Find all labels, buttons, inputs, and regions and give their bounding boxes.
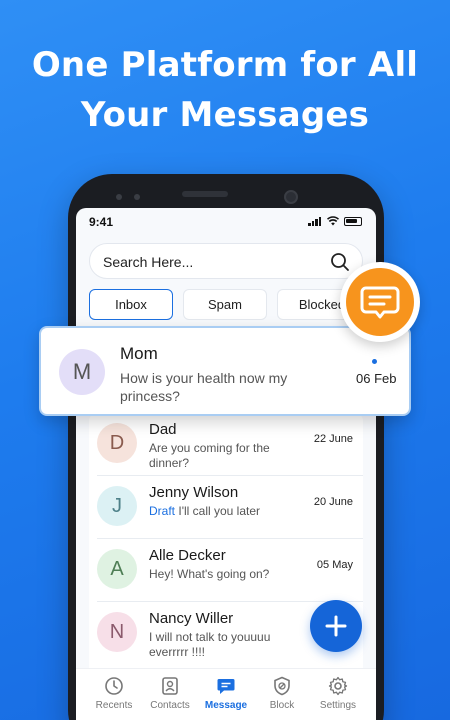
phone-speaker [182,191,228,197]
contact-name: Nancy Willer [149,610,234,627]
chat-bubble-icon [360,286,400,319]
message-row-jenny-wilson[interactable]: J Jenny Wilson Draft I'll call you later… [89,476,363,539]
search-bar[interactable]: Search Here... [89,243,363,279]
avatar: A [97,549,137,589]
nav-contacts[interactable]: Contacts [140,673,200,711]
bottom-navigation: Recents Contacts Message Block Settings [76,668,376,720]
message-row-dad[interactable]: D Dad Are you coming for the dinner? 22 … [89,413,363,476]
tab-inbox[interactable]: Inbox [89,289,173,320]
app-screen: 9:41 Search Here... Inbox Spam Blocked D… [76,208,376,720]
avatar: D [97,423,137,463]
draft-label: Draft [149,504,176,518]
message-row-alle-decker[interactable]: A Alle Decker Hey! What's going on? 05 M… [89,539,363,602]
new-message-button[interactable] [310,600,362,652]
nav-message[interactable]: Message [196,673,256,711]
headline-line-2: Your Messages [80,95,370,135]
status-bar: 9:41 [76,208,376,236]
message-row-mom-highlighted[interactable]: M Mom How is your health now my princess… [39,326,411,416]
battery-icon [344,216,362,226]
message-preview: Draft I'll call you later [149,504,284,519]
message-preview: I will not talk to youuuu everrrrr !!!! [149,630,271,659]
message-date: 06 Feb [356,371,397,386]
nav-label: Contacts [150,700,190,711]
message-date: 20 June [313,496,353,508]
status-time: 9:41 [89,215,114,229]
nav-label: Block [269,700,295,711]
contact-name: Jenny Wilson [149,484,239,501]
unread-dot [372,359,377,364]
phone-camera [284,190,298,204]
contact-name: Alle Decker [149,547,226,564]
signal-icon [308,216,322,226]
promo-headline: One Platform for All Your Messages [0,40,450,140]
search-input[interactable]: Search Here... [103,254,193,270]
message-icon [217,679,235,694]
contact-name: Mom [120,344,158,363]
nav-label: Message [204,700,248,711]
nav-label: Recents [95,700,133,711]
contact-name: Dad [149,421,177,438]
draft-text: I'll call you later [178,504,261,518]
phone-sensor [134,194,140,200]
headline-line-1: One Platform for All [31,45,419,85]
avatar: N [97,612,137,652]
shield-block-icon [274,676,290,696]
message-date: 22 June [313,433,353,445]
phone-sensor [116,194,122,200]
avatar: J [97,486,137,526]
tab-spam[interactable]: Spam [183,289,267,320]
nav-label: Settings [319,700,357,711]
message-preview: How is your health now my princess? [120,370,288,404]
chat-badge [340,262,420,342]
nav-settings[interactable]: Settings [308,673,368,711]
nav-block[interactable]: Block [252,673,312,711]
clock-icon [105,677,123,695]
gear-icon [328,676,348,696]
contacts-icon [162,677,178,695]
wifi-icon [327,216,339,226]
plus-icon [325,615,347,637]
message-preview: Are you coming for the dinner? [149,441,270,470]
message-date: 05 May [316,559,353,571]
avatar: M [59,349,105,395]
nav-recents[interactable]: Recents [84,673,144,711]
message-preview: Hey! What's going on? [149,567,270,581]
